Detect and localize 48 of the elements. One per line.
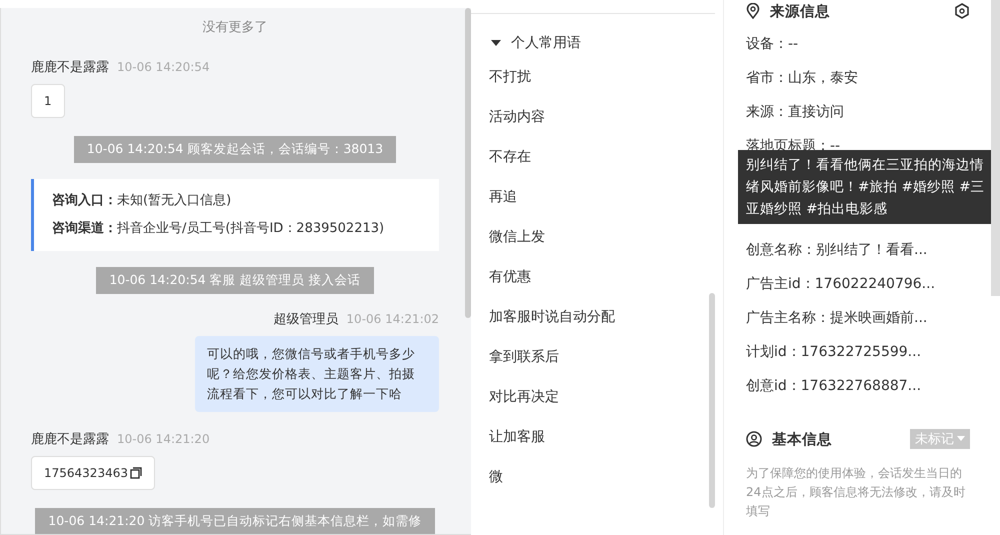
caret-icon xyxy=(957,436,965,442)
system-notice: 10-06 14:21:20 访客手机号已自动标记右侧基本信息栏，如需修 xyxy=(35,508,435,534)
info-value: 抖音企业号/员工号(抖音号ID：2839502213) xyxy=(117,221,384,236)
phrase-item[interactable]: 微信上发 xyxy=(489,228,705,268)
phrase-item[interactable]: 让加客服 xyxy=(489,428,705,468)
phrase-item[interactable]: 拿到联系后 xyxy=(489,348,705,388)
info-value: 未知(暂无入口信息) xyxy=(117,193,232,208)
info-field: 广告主名称：提米映画婚前... xyxy=(746,309,970,330)
system-notice: 10-06 14:20:54 顾客发起会话，会话编号：38013 xyxy=(74,136,396,163)
info-label: 咨询入口： xyxy=(52,193,117,208)
phrase-item[interactable]: 不存在 xyxy=(489,148,705,188)
copy-icon[interactable] xyxy=(130,467,142,479)
info-field: 创意名称：别纠结了！看看... xyxy=(746,241,970,262)
sender-name: 鹿鹿不是露露 xyxy=(31,59,109,76)
info-field: 计划id：176322725599... xyxy=(746,343,970,364)
section-title: 基本信息 xyxy=(772,430,832,448)
note-text: 为了保障您的使用体验，会话发生当日的24点之后，顾客信息将无法修改，请及时填写 xyxy=(746,465,966,520)
user-icon xyxy=(746,431,762,447)
message-time: 10-06 14:21:02 xyxy=(346,312,439,326)
location-pin-icon xyxy=(746,3,760,19)
phrase-group-header[interactable]: 个人常用语 xyxy=(471,13,715,52)
phrase-item[interactable]: 对比再决定 xyxy=(489,388,705,428)
phrase-item[interactable]: 微 xyxy=(489,468,705,508)
info-field: 设备：-- xyxy=(746,35,970,56)
sender-name: 鹿鹿不是露露 xyxy=(31,431,109,448)
phrase-item[interactable]: 再追 xyxy=(489,188,705,228)
system-notice: 10-06 14:20:54 客服 超级管理员 接入会话 xyxy=(96,267,374,294)
sender-name: 超级管理员 xyxy=(273,311,338,328)
message-text: 1 xyxy=(44,94,52,108)
scrollbar[interactable] xyxy=(465,8,471,318)
message-time: 10-06 14:21:20 xyxy=(117,432,210,446)
phrase-item[interactable]: 加客服时说自动分配 xyxy=(489,308,705,348)
scrollbar[interactable] xyxy=(709,293,715,508)
info-label: 咨询渠道： xyxy=(52,221,117,236)
no-more-text: 没有更多了 xyxy=(202,19,268,36)
phrase-item[interactable]: 不打扰 xyxy=(489,68,705,108)
section-title: 来源信息 xyxy=(770,2,830,20)
phrase-item[interactable]: 活动内容 xyxy=(489,108,705,148)
info-field: 省市：山东，泰安 xyxy=(746,69,970,90)
phrase-item[interactable]: 有优惠 xyxy=(489,268,705,308)
info-field: 广告主id：176022240796... xyxy=(746,275,970,296)
message-time: 10-06 14:20:54 xyxy=(117,60,210,74)
message-bubble: 可以的哦，您微信号或者手机号多少呢？给您发价格表、主题客片、拍摄流程看下，您可以对比了解一下哈 xyxy=(195,336,439,412)
info-field: 创意id：176322768887... xyxy=(746,377,970,398)
scrollbar[interactable] xyxy=(991,0,1000,296)
message-text: 17564323463 xyxy=(44,466,128,480)
info-field: 来源：直接访问 xyxy=(746,103,970,124)
hexagon-icon[interactable] xyxy=(954,3,970,19)
